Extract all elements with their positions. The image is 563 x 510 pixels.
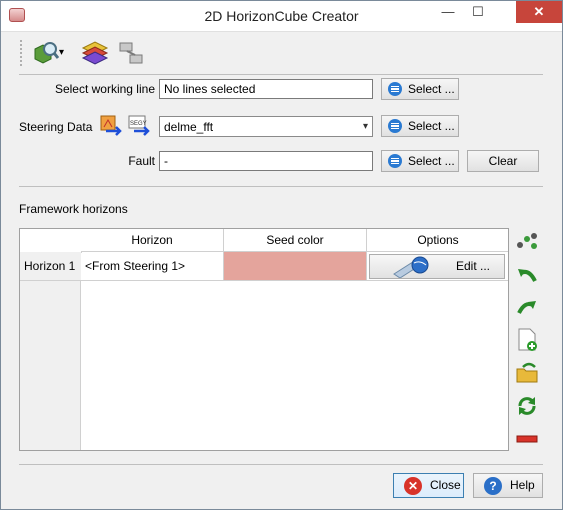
select-working-line-button[interactable]: Select ... — [381, 78, 459, 100]
fault-label: Fault — [128, 154, 155, 168]
select-steering-button[interactable]: Select ... — [381, 115, 459, 137]
fault-field[interactable]: - — [159, 151, 373, 171]
help-button[interactable]: ? Help — [473, 473, 543, 498]
separator-middle — [19, 186, 543, 187]
new-file-icon[interactable] — [515, 328, 539, 352]
inspect-dropdown-icon[interactable]: ▾ — [59, 39, 69, 67]
clear-fault-button[interactable]: Clear — [467, 150, 539, 172]
working-line-label: Select working line — [54, 82, 155, 96]
list-icon — [388, 82, 402, 96]
steering-data-label: Steering Data — [19, 120, 93, 134]
undo-icon[interactable] — [515, 263, 539, 287]
column-header-seed-color[interactable]: Seed color — [224, 229, 367, 252]
column-header-horizon[interactable]: Horizon — [81, 229, 224, 252]
framework-horizons-table: Horizon Seed color Options Horizon 1 <Fr… — [19, 228, 509, 451]
inspect-icon[interactable] — [31, 39, 60, 67]
toolbar-grip[interactable] — [19, 39, 23, 67]
close-button[interactable]: ✕ Close — [393, 473, 464, 498]
select-fault-button[interactable]: Select ... — [381, 150, 459, 172]
window-close-button[interactable]: ✕ — [516, 1, 562, 23]
redo-icon[interactable] — [515, 295, 539, 319]
remove-icon[interactable] — [515, 427, 539, 451]
close-icon: ✕ — [404, 477, 422, 495]
svg-text:SEGY: SEGY — [130, 121, 147, 127]
chevron-down-icon: ▾ — [362, 121, 368, 132]
working-line-field[interactable]: No lines selected — [159, 79, 373, 99]
list-icon — [388, 119, 402, 133]
minimize-button[interactable]: — — [433, 1, 463, 23]
row-header-horizon-1[interactable]: Horizon 1 — [20, 252, 81, 281]
toolbar: ▾ — [19, 37, 159, 71]
row-header-column — [20, 252, 81, 450]
maximize-button[interactable]: ☐ — [463, 1, 493, 23]
table-corner — [20, 229, 82, 253]
list-icon — [388, 154, 402, 168]
steering-segy-icon[interactable]: SEGY — [128, 115, 152, 139]
dialog-window: 2D HorizonCube Creator — ☐ ✕ ▾ Select wo… — [0, 0, 563, 510]
add-points-icon[interactable] — [515, 230, 539, 254]
steering-data-value: delme_fft — [164, 120, 214, 134]
framework-horizons-title: Framework horizons — [19, 202, 128, 216]
separator-bottom — [19, 464, 543, 465]
horizon-cell[interactable]: <From Steering 1> — [81, 252, 224, 281]
open-folder-icon[interactable] — [515, 361, 539, 385]
globe-tube-icon — [392, 256, 432, 279]
edit-button-label: Edit ... — [456, 259, 491, 273]
options-cell: Edit ... — [367, 252, 508, 281]
title-bar: 2D HorizonCube Creator — ☐ ✕ — [1, 1, 562, 32]
column-header-options[interactable]: Options — [367, 229, 508, 252]
steering-attribute-icon[interactable] — [100, 115, 124, 139]
transfer-icon[interactable] — [117, 39, 145, 67]
steering-data-combo[interactable]: delme_fft ▾ — [159, 116, 373, 137]
horizons-icon[interactable] — [81, 39, 109, 67]
seed-color-cell[interactable] — [224, 252, 367, 281]
separator-top — [19, 74, 543, 75]
refresh-icon[interactable] — [515, 394, 539, 418]
edit-options-button[interactable]: Edit ... — [369, 254, 505, 279]
help-icon: ? — [484, 477, 502, 495]
